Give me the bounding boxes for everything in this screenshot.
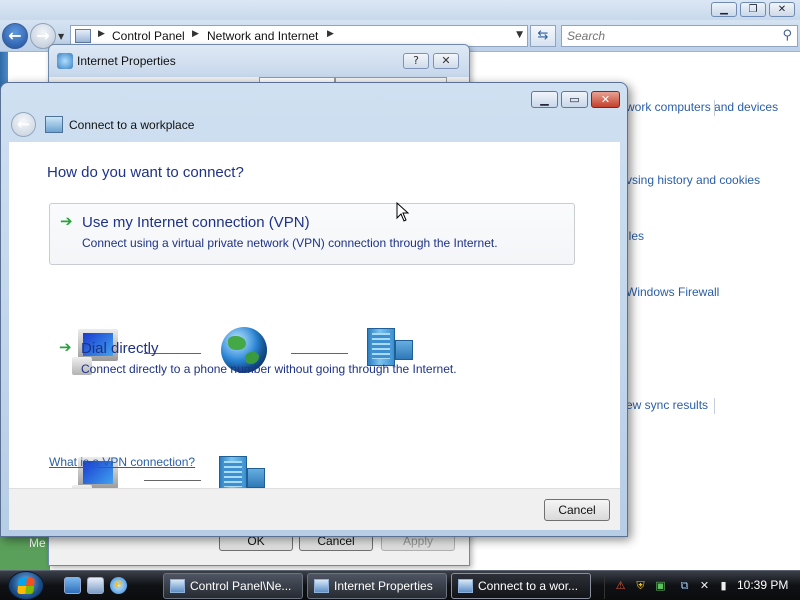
link-separator [714, 398, 715, 414]
taskbar-item-control-panel[interactable]: Control Panel\Ne... [163, 573, 303, 599]
internet-properties-icon [57, 53, 73, 69]
dialog-footer: Cancel [9, 488, 620, 530]
breadcrumb-control-panel[interactable]: Control Panel [112, 29, 185, 43]
task-link-sync-results[interactable]: ew sync results [626, 398, 708, 412]
workplace-network-icon [458, 579, 473, 593]
search-field[interactable]: ⚲ [561, 25, 798, 47]
dialog-title: Connect to a workplace [69, 118, 195, 132]
help-button[interactable]: ? [403, 53, 429, 69]
power-icon[interactable]: ▮ [716, 578, 731, 593]
chevron-right-icon[interactable]: ▶ [98, 29, 105, 39]
task-link-browsing-history[interactable]: vsing history and cookies [626, 173, 760, 187]
search-icon[interactable]: ⚲ [782, 28, 792, 43]
close-button[interactable]: ✕ [769, 2, 795, 17]
taskbar-item-internet-properties[interactable]: Internet Properties [307, 573, 447, 599]
control-panel-icon [75, 29, 91, 43]
clock[interactable]: 10:39 PM [737, 578, 788, 592]
update-icon[interactable]: ▣ [653, 578, 668, 593]
what-is-vpn-link[interactable]: What is a VPN connection? [49, 455, 195, 469]
workplace-network-icon [45, 116, 63, 133]
windows-logo-icon [17, 578, 35, 594]
option-use-vpn[interactable]: ➔ Use my Internet connection (VPN) Conne… [49, 203, 575, 265]
option-title[interactable]: Use my Internet connection (VPN) [82, 214, 310, 231]
close-button[interactable]: ✕ [433, 53, 459, 69]
control-panel-icon [170, 579, 185, 593]
shield-icon[interactable]: ⛨ [633, 578, 648, 593]
minimize-button[interactable]: ▁ [711, 2, 737, 17]
switch-windows-icon[interactable] [87, 577, 104, 594]
close-button[interactable]: ✕ [591, 91, 620, 108]
dialog-content: How do you want to connect? ➔ Use my Int… [9, 142, 620, 503]
option-description[interactable]: Connect using a virtual private network … [82, 236, 498, 250]
chevron-right-icon[interactable]: ▶ [192, 29, 199, 39]
green-arrow-icon: ➔ [60, 212, 73, 230]
internet-properties-icon [314, 579, 329, 593]
taskbar-item-connect-to-workplace[interactable]: Connect to a wor... [451, 573, 591, 599]
show-desktop-icon[interactable] [64, 577, 81, 594]
connection-line [144, 480, 201, 481]
option-title[interactable]: Dial directly [81, 340, 159, 357]
volume-muted-icon[interactable]: ✕ [697, 578, 712, 593]
breadcrumb-network-and-internet[interactable]: Network and Internet [207, 29, 318, 43]
page-heading: How do you want to connect? [47, 164, 244, 181]
chevron-right-icon[interactable]: ▶ [327, 29, 334, 39]
task-label: Internet Properties [334, 579, 433, 593]
internet-properties-title: Internet Properties [77, 54, 176, 68]
internet-properties-title-bar: Internet Properties ? ✕ [49, 45, 469, 77]
connect-to-workplace-dialog: ▁ ▭ ✕ ← Connect to a workplace How do yo… [0, 82, 628, 537]
task-label: Control Panel\Ne... [190, 579, 292, 593]
maximize-button[interactable]: ❐ [740, 2, 766, 17]
task-link-files[interactable]: iles [626, 229, 644, 243]
task-link-windows-firewall[interactable]: Windows Firewall [626, 285, 719, 299]
notification-area: ⚠ ⛨ ▣ ⧉ ✕ ▮ 10:39 PM [604, 573, 800, 599]
taskbar: e Control Panel\Ne... Internet Propertie… [0, 570, 800, 600]
minimize-button[interactable]: ▁ [531, 91, 558, 108]
task-link-network-computers[interactable]: work computers and devices [626, 100, 778, 114]
internet-explorer-icon[interactable]: e [110, 577, 127, 594]
recent-pages-dropdown[interactable]: ▼ [58, 32, 64, 41]
sidebar-fragment-bottom[interactable]: Me [29, 536, 46, 550]
search-input[interactable] [562, 26, 762, 46]
maximize-button[interactable]: ▭ [561, 91, 588, 108]
back-button[interactable]: ← [11, 112, 36, 137]
security-alert-icon[interactable]: ⚠ [613, 578, 628, 593]
address-dropdown-icon[interactable]: ▼ [516, 30, 523, 40]
network-icon[interactable]: ⧉ [677, 578, 692, 593]
link-separator [714, 100, 715, 116]
green-arrow-icon: ➔ [59, 338, 72, 356]
option-dial-directly[interactable]: ➔ Dial directly Connect directly to a ph… [49, 330, 575, 392]
refresh-button[interactable]: ⇆ [530, 25, 556, 47]
task-label: Connect to a wor... [478, 579, 579, 593]
cancel-button[interactable]: Cancel [544, 499, 610, 521]
explorer-title-bar: ▁ ❐ ✕ [0, 0, 800, 20]
back-button[interactable]: ← [2, 23, 28, 49]
start-button[interactable] [8, 571, 44, 600]
option-description[interactable]: Connect directly to a phone number witho… [81, 362, 457, 376]
